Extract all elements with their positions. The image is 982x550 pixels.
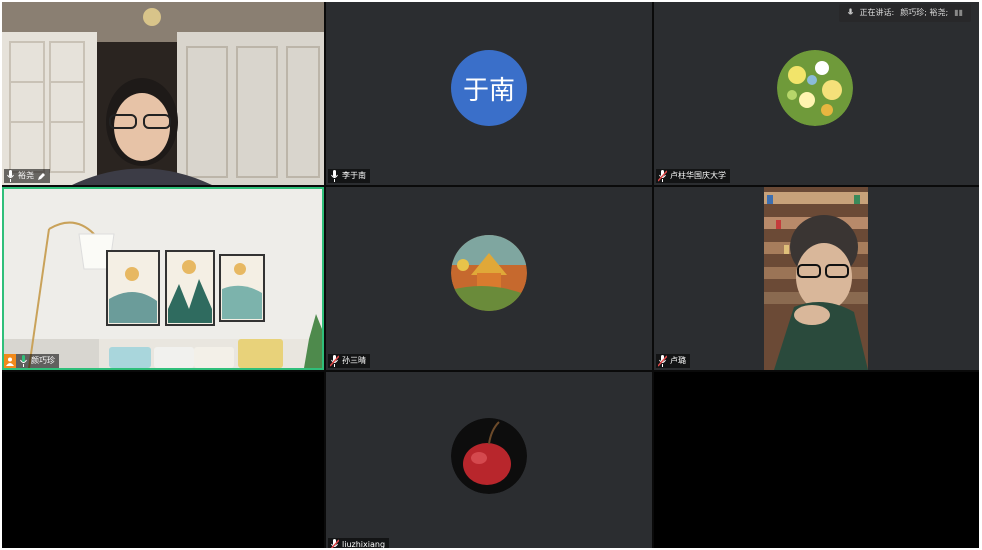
participant-label-5: 孙三晴 (328, 354, 370, 368)
edit-pencil-icon[interactable] (37, 172, 46, 181)
participant-video-4 (4, 189, 322, 368)
participant-tile-3[interactable]: 卢柱华国庆大学 正在讲话: 颜巧珍; 裕尧; ▮▮ (654, 2, 979, 185)
participant-name: 卢璐 (670, 356, 686, 365)
mic-icon (331, 170, 338, 182)
host-badge-icon (4, 354, 16, 368)
participant-label-4: 颜巧珍 (4, 354, 59, 368)
participant-tile-5[interactable]: 孙三晴 (326, 187, 652, 370)
muted-mic-icon (330, 539, 339, 548)
participant-label-3: 卢柱华国庆大学 (656, 169, 730, 183)
participant-name: 孙三晴 (342, 356, 366, 365)
muted-mic-icon (658, 170, 667, 182)
avatar-image-painting (451, 235, 527, 311)
muted-mic-icon (330, 355, 339, 367)
participant-label-2: 李于南 (328, 169, 370, 183)
participant-label-1: 裕尧 (4, 169, 50, 183)
participant-tile-6[interactable]: 卢璐 (654, 187, 979, 370)
participant-video-1 (2, 2, 324, 185)
participant-name: 裕尧 (18, 171, 34, 180)
participant-label-7: liuzhixiang (328, 538, 390, 548)
speaker-mic-icon (847, 8, 853, 15)
participant-tile-7[interactable]: liuzhixiang (326, 372, 652, 548)
participant-name: liuzhixiang (342, 540, 386, 548)
avatar-image-apple (451, 418, 527, 494)
speaking-prefix: 正在讲话: (859, 8, 895, 17)
mic-icon (7, 170, 14, 182)
video-grid: 裕尧 于南 李于南 卢柱华国庆大学 正在讲话: 颜巧珍; 裕尧; ▮▮ 颜巧珍 … (2, 2, 979, 548)
participant-video-6 (764, 187, 868, 370)
participant-label-6: 卢璐 (656, 354, 690, 368)
empty-tile-left (2, 372, 324, 548)
speaking-indicator: 正在讲话: 颜巧珍; 裕尧; ▮▮ (838, 4, 971, 22)
participant-name: 颜巧珍 (31, 356, 55, 365)
avatar-image-flowers (777, 50, 853, 126)
avatar-initials: 于南 (451, 50, 527, 126)
speaking-names: 颜巧珍; 裕尧; (900, 8, 949, 17)
participant-tile-1[interactable]: 裕尧 (2, 2, 324, 185)
participant-name: 卢柱华国庆大学 (670, 171, 726, 180)
participant-name: 李于南 (342, 171, 366, 180)
participant-tile-2[interactable]: 于南 李于南 (326, 2, 652, 185)
muted-mic-icon (658, 355, 667, 367)
mic-active-icon (20, 355, 27, 367)
participant-tile-4[interactable]: 颜巧珍 (2, 187, 324, 370)
speaking-dots-icon: ▮▮ (954, 8, 963, 17)
empty-tile-right (654, 372, 979, 548)
